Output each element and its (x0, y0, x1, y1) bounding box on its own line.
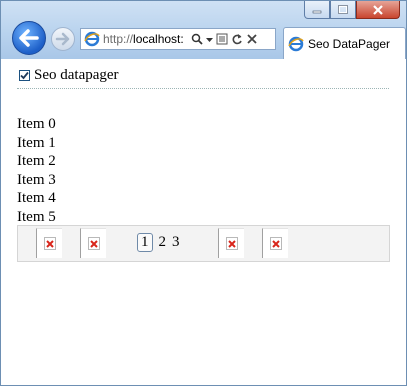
broken-image-icon (269, 237, 282, 250)
checkmark-icon (20, 71, 29, 80)
close-button[interactable] (356, 1, 400, 19)
list-item: Item 2 (17, 153, 56, 169)
first-page-button[interactable] (36, 228, 62, 258)
search-dropdown-button[interactable] (206, 33, 213, 45)
address-tools (191, 33, 261, 45)
browser-chrome: http://localhost: Seo DataPager (1, 1, 406, 59)
previous-page-button[interactable] (80, 228, 106, 258)
list-item: Item 0 (17, 116, 56, 132)
address-bar[interactable]: http://localhost: (80, 28, 276, 50)
ie-logo-icon (84, 31, 100, 47)
search-button[interactable] (191, 33, 203, 45)
broken-image-icon (87, 237, 100, 250)
broken-image-icon (43, 237, 56, 250)
url-text[interactable]: http://localhost: (103, 32, 187, 46)
url-prefix: http:// (103, 32, 134, 46)
list-item: Item 4 (17, 190, 56, 206)
back-button[interactable] (12, 21, 46, 55)
refresh-button[interactable] (231, 33, 243, 45)
list-item: Item 1 (17, 134, 56, 151)
list-item: Item 3 (17, 171, 56, 188)
tab-seo-datapager[interactable]: Seo DataPager (283, 27, 406, 59)
page-numbers: 1 2 3 (137, 233, 186, 252)
refresh-icon (232, 34, 242, 45)
maximize-button[interactable] (330, 1, 356, 19)
url-host: localhost: (133, 32, 184, 46)
page-content: Seo datapager Item 0 Item 1 Item 2 Item … (1, 59, 406, 385)
ie-logo-icon (288, 36, 304, 51)
forward-arrow-icon (55, 32, 70, 46)
chevron-down-icon (206, 38, 213, 42)
checkbox-label: Seo datapager (34, 67, 119, 83)
browser-window: http://localhost: Seo DataPager Seo data… (0, 0, 407, 386)
minimize-icon (312, 10, 322, 13)
page-link-current[interactable]: 1 (137, 233, 153, 252)
compatibility-view-button[interactable] (216, 33, 228, 45)
back-arrow-icon (19, 29, 39, 47)
seo-datapager-checkbox[interactable] (19, 70, 30, 81)
compatibility-view-icon (216, 33, 228, 45)
seo-datapager-option: Seo datapager (19, 67, 119, 84)
page-link[interactable]: 2 (159, 234, 167, 251)
minimize-button[interactable] (304, 1, 330, 19)
divider (17, 88, 389, 89)
stop-button[interactable] (246, 33, 258, 45)
tab-title: Seo DataPager (308, 36, 391, 51)
stop-icon (247, 34, 257, 44)
broken-image-icon (225, 237, 238, 250)
search-icon (191, 33, 203, 45)
forward-button[interactable] (51, 27, 75, 51)
data-pager: 1 2 3 (17, 225, 390, 262)
item-list: Item 0 Item 1 Item 2 Item 3 Item 4 Item … (17, 115, 56, 226)
close-icon (373, 4, 383, 15)
next-page-button[interactable] (218, 228, 244, 258)
last-page-button[interactable] (262, 228, 288, 258)
maximize-icon (338, 5, 348, 14)
window-controls (304, 1, 400, 21)
list-item: Item 5 (17, 208, 56, 225)
page-link[interactable]: 3 (172, 234, 180, 251)
